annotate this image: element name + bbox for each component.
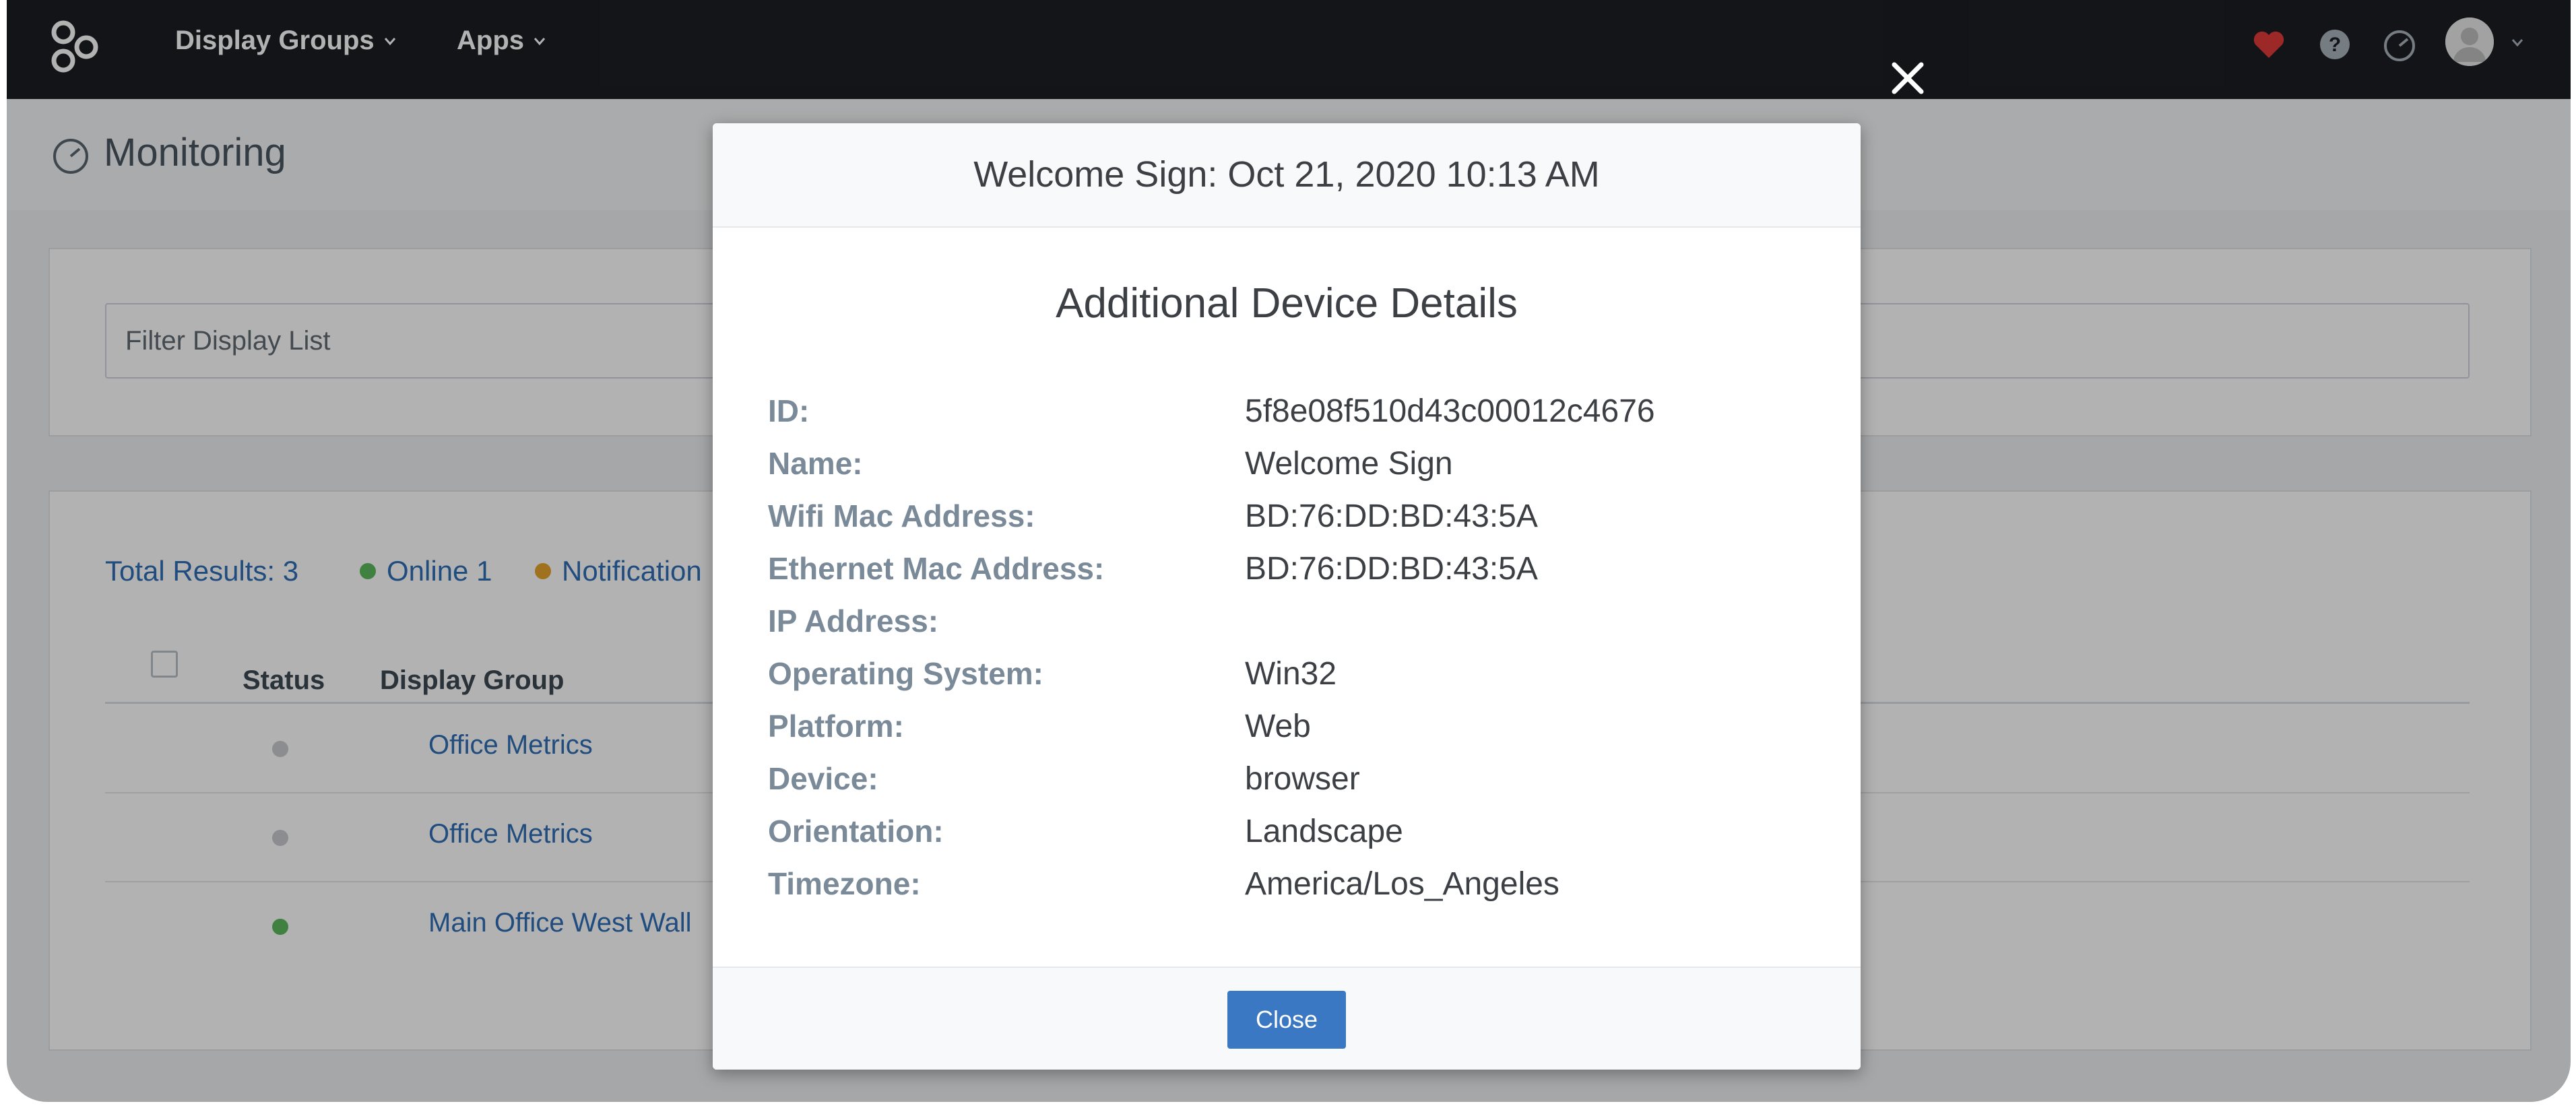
detail-value: BD:76:DD:BD:43:5A <box>1245 498 1538 534</box>
detail-key: ID: <box>768 393 810 428</box>
modal-footer: Close <box>713 967 1861 1070</box>
detail-row-ethernet-mac: Ethernet Mac Address: BD:76:DD:BD:43:5A <box>768 550 1819 603</box>
detail-key: Platform: <box>768 709 904 744</box>
detail-value: 5f8e08f510d43c00012c4676 <box>1245 393 1655 429</box>
detail-row-id: ID: 5f8e08f510d43c00012c4676 <box>768 393 1819 445</box>
detail-key: IP Address: <box>768 603 939 639</box>
detail-row-timezone: Timezone: America/Los_Angeles <box>768 866 1819 918</box>
detail-value: Web <box>1245 709 1311 744</box>
detail-row-platform: Platform: Web <box>768 708 1819 760</box>
detail-row-name: Name: Welcome Sign <box>768 445 1819 498</box>
detail-value: Win32 <box>1245 656 1337 692</box>
device-details-modal: Welcome Sign: Oct 21, 2020 10:13 AM Addi… <box>713 123 1861 1070</box>
detail-key: Wifi Mac Address: <box>768 498 1035 533</box>
detail-value: America/Los_Angeles <box>1245 866 1559 902</box>
detail-key: Operating System: <box>768 656 1043 691</box>
modal-title: Additional Device Details <box>1056 280 1518 327</box>
detail-value: Landscape <box>1245 814 1403 849</box>
close-icon[interactable] <box>1886 57 1929 100</box>
detail-key: Device: <box>768 761 878 796</box>
detail-value: browser <box>1245 761 1360 797</box>
detail-row-orientation: Orientation: Landscape <box>768 813 1819 866</box>
detail-key: Timezone: <box>768 866 921 901</box>
detail-value: Welcome Sign <box>1245 446 1453 482</box>
detail-key: Ethernet Mac Address: <box>768 551 1105 586</box>
detail-row-ip-address: IP Address: <box>768 603 1819 655</box>
detail-key: Name: <box>768 446 863 481</box>
detail-value: BD:76:DD:BD:43:5A <box>1245 551 1538 587</box>
modal-header: Welcome Sign: Oct 21, 2020 10:13 AM <box>713 123 1861 228</box>
detail-row-device: Device: browser <box>768 760 1819 813</box>
detail-row-wifi-mac: Wifi Mac Address: BD:76:DD:BD:43:5A <box>768 498 1819 550</box>
close-button[interactable]: Close <box>1227 991 1346 1049</box>
detail-row-operating-system: Operating System: Win32 <box>768 655 1819 708</box>
detail-key: Orientation: <box>768 814 944 849</box>
